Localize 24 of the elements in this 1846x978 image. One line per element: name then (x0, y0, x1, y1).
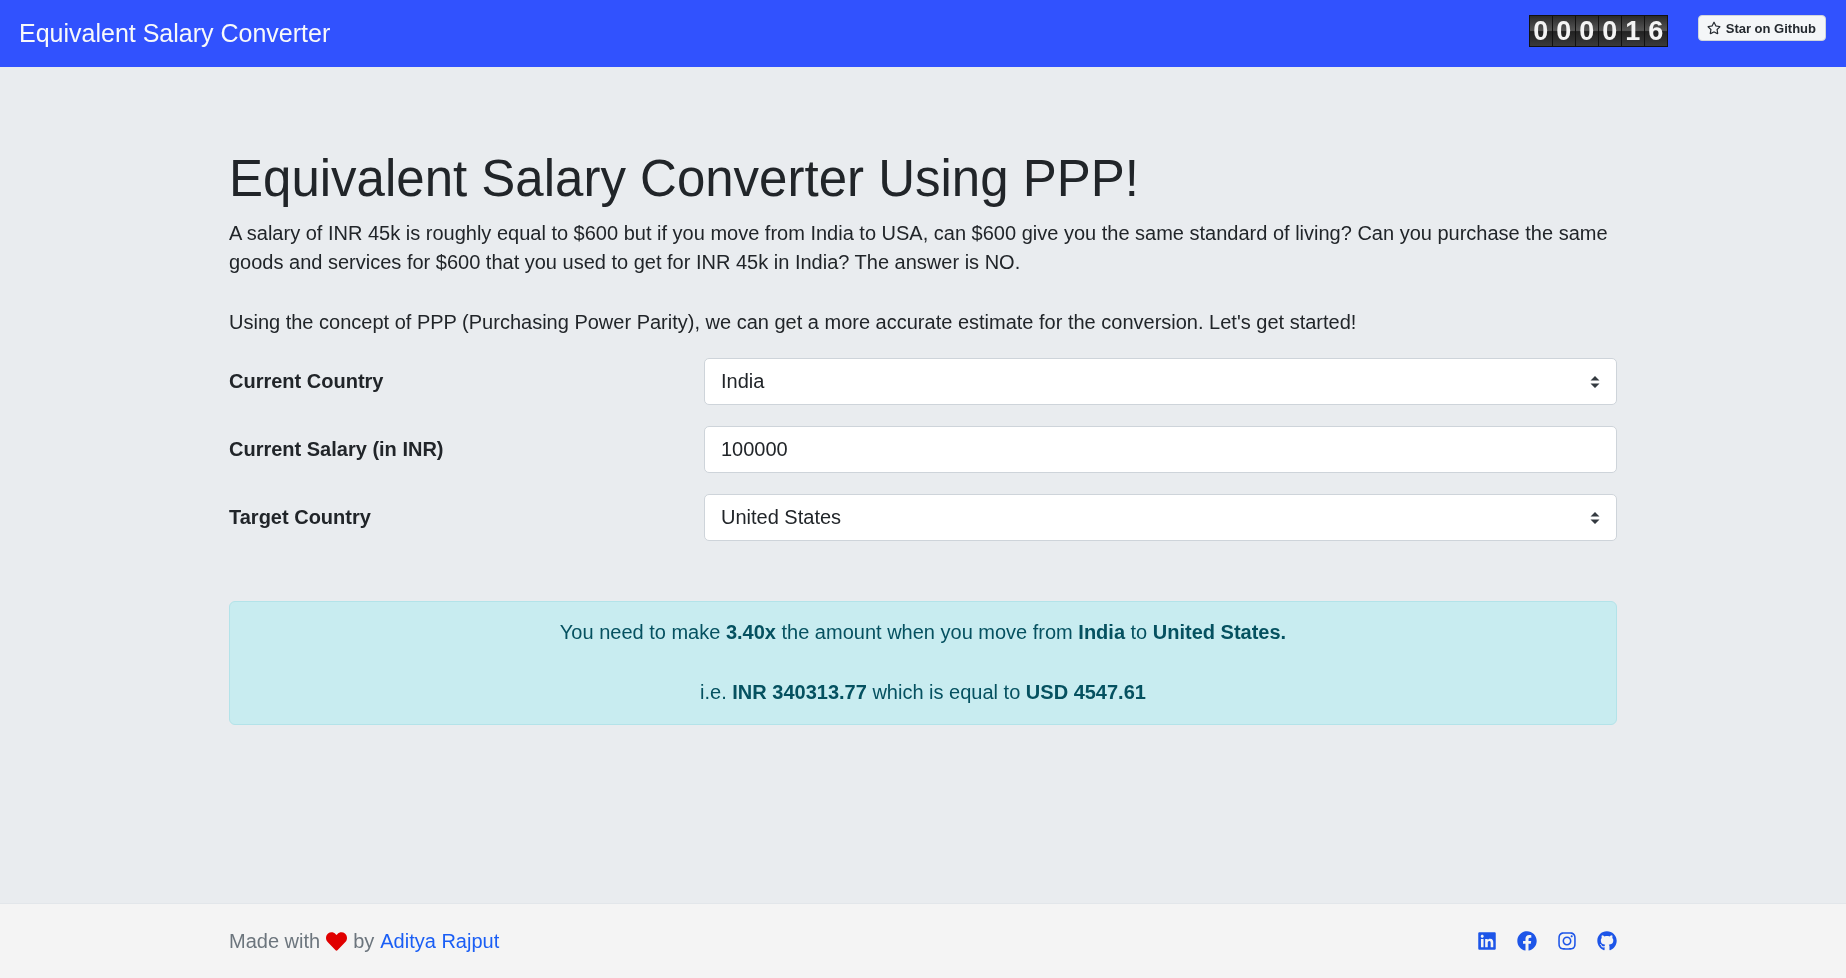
salary-input[interactable]: 100000 (704, 426, 1617, 474)
star-on-github-button[interactable]: Star on Github (1697, 15, 1826, 41)
app-title: Equivalent Salary Converter (19, 19, 331, 48)
intro-paragraph: Using the concept of PPP (Purchasing Power Parity), we can get a more accurate estimate for the conversion. Let's get started! (229, 310, 1358, 336)
up-down-caret-icon (1590, 374, 1600, 389)
github-icon[interactable] (1597, 931, 1617, 951)
country-select[interactable]: United States (704, 494, 1617, 542)
star-icon (1706, 21, 1721, 35)
intro-paragraph: A salary of INR 45k is roughly equal to $600 but if you move from India to USA, can $600 give you the same standard of living? Can you purchase the same goods and services for $600 that you used to get for INR 45k in India? The answer is NO. (229, 221, 1609, 276)
page-heading: Equivalent Salary Converter Using PPP! (229, 149, 1140, 209)
result-text: You need to make 3.40x the amount when you move from India to United States. (558, 620, 1288, 646)
made-with-text: Made with (229, 929, 321, 953)
by-text: by (353, 929, 375, 953)
result-text: i.e. INR 340313.77 which is equal to USD 4547.61 (699, 680, 1147, 706)
up-down-caret-icon (1590, 510, 1600, 525)
instagram-icon[interactable] (1557, 931, 1577, 951)
facebook-icon[interactable] (1517, 931, 1537, 951)
field-label: Current Salary (in INR) (229, 438, 445, 462)
linkedin-icon[interactable] (1477, 931, 1497, 951)
heart-icon (326, 930, 348, 952)
field-label: Target Country (229, 506, 372, 530)
field-label: Current Country (229, 370, 385, 394)
country-select[interactable]: India (704, 358, 1617, 406)
author-link[interactable]: Aditya Rajput (380, 929, 500, 953)
